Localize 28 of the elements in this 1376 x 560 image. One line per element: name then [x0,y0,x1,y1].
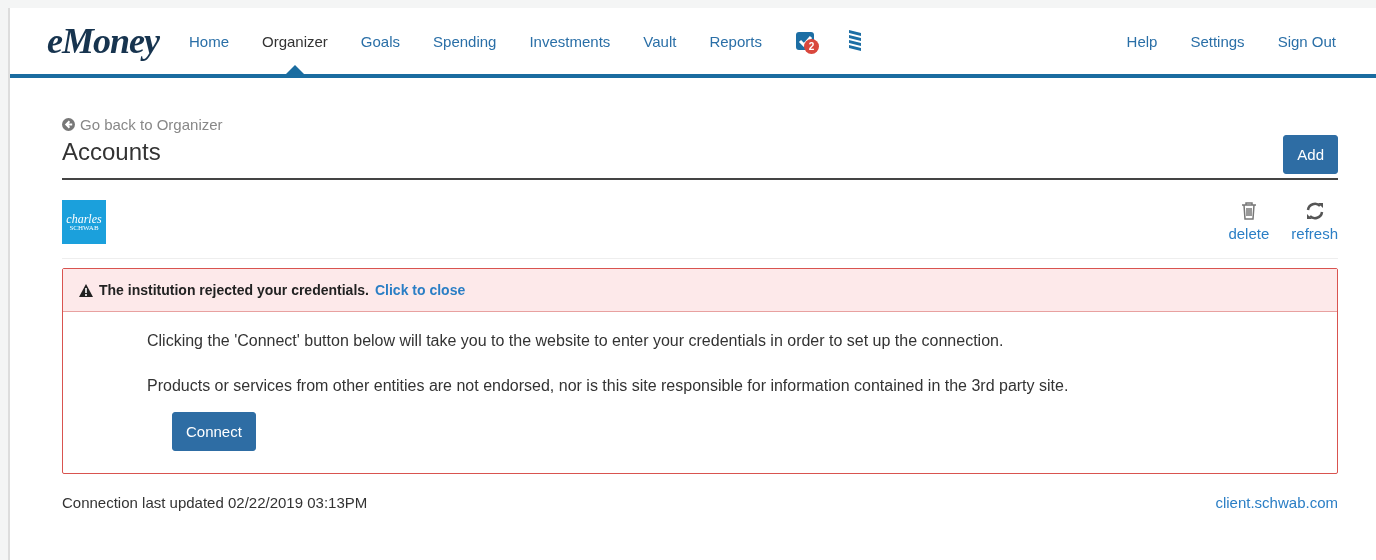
warning-icon [79,283,93,297]
website-link[interactable]: client.schwab.com [1215,494,1338,511]
last-updated-text: Connection last updated 02/22/2019 03:13PM [62,494,368,511]
trash-icon [1240,202,1257,220]
nav-tab[interactable]: Goals [360,8,401,74]
nav-tab[interactable]: Home [188,8,229,74]
nav-tab[interactable]: Spending [433,8,497,74]
connect-button[interactable]: Connect [172,412,256,451]
header-link[interactable]: Help [1126,32,1158,50]
emoney-logo[interactable]: eMoney [47,20,159,62]
back-arrow-icon [62,118,75,131]
refresh-link[interactable]: refresh [1291,202,1338,242]
nav-tab[interactable]: Investments [529,8,611,74]
close-link[interactable]: Click to close [374,282,466,298]
info-text: Products or services from other entities are not endorsed, nor is this site responsible for information contained in the 3rd party site. [147,377,1070,395]
add-button[interactable]: Add [1283,135,1338,174]
header-link[interactable]: Settings [1190,32,1245,50]
delete-link[interactable]: delete [1228,202,1270,242]
nav-tab[interactable]: Organizer [262,8,328,74]
page-title: Accounts [62,138,161,166]
nav-tab[interactable]: Reports [709,8,762,74]
header-link[interactable]: Sign Out [1277,32,1336,50]
nav-tab[interactable]: Vault [643,8,677,74]
refresh-icon [1304,202,1325,220]
info-text: Clicking the 'Connect' button below will take you to the website to enter your credentials in order to set up the connection. [147,332,1005,350]
back-link[interactable]: Go back to Organizer [62,116,223,133]
alert-message: The institution rejected your credentials. [99,282,369,298]
stacked-bars-icon[interactable] [847,30,862,52]
